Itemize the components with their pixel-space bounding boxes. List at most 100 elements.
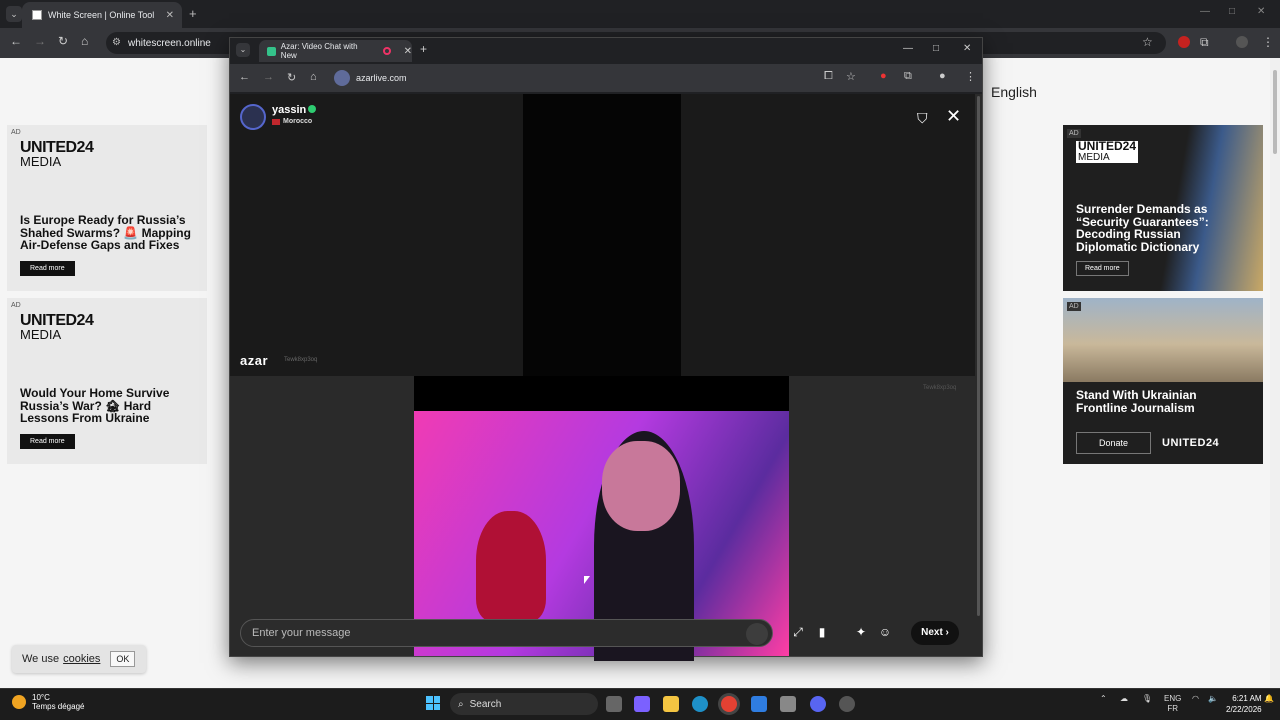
- resize-icon[interactable]: ⤢: [788, 622, 808, 642]
- inner-tab-active[interactable]: Azar: Video Chat with New ✕: [259, 40, 412, 62]
- onedrive-icon[interactable]: ☁: [1120, 694, 1128, 703]
- forward-icon[interactable]: →: [263, 71, 274, 83]
- inner-tab-title: Azar: Video Chat with New: [280, 42, 358, 60]
- verified-badge-icon: [308, 105, 317, 113]
- forward-icon[interactable]: →: [34, 34, 46, 48]
- report-shield-icon[interactable]: ⛉: [917, 110, 928, 127]
- extension-badge-icon[interactable]: [1178, 36, 1190, 48]
- outer-tab-active[interactable]: White Screen | Online Tool ✕: [22, 2, 182, 28]
- right-ad-2[interactable]: AD Stand With Ukrainian Frontline Journa…: [1063, 298, 1263, 464]
- taskbar-search[interactable]: ⌕ Search: [450, 693, 598, 715]
- new-tab-button[interactable]: +: [189, 6, 197, 21]
- profile-avatar[interactable]: [1236, 36, 1248, 48]
- mail-icon[interactable]: [751, 696, 767, 712]
- inner-scrollbar-thumb[interactable]: [977, 96, 980, 616]
- back-icon[interactable]: ←: [239, 71, 250, 83]
- close-window-icon[interactable]: ✕: [963, 43, 971, 54]
- read-more-button[interactable]: Read more: [1076, 261, 1129, 276]
- microphone-icon[interactable]: 🎙: [1142, 694, 1152, 703]
- remote-user-info[interactable]: yassin Morocco: [240, 104, 317, 130]
- session-id-local: Tewk8xp3oq: [923, 385, 957, 391]
- app-icon[interactable]: [839, 696, 855, 712]
- back-icon[interactable]: ←: [10, 34, 22, 48]
- inner-scrollbar[interactable]: [975, 94, 982, 656]
- language-selector[interactable]: English: [991, 84, 1037, 100]
- bookmark-star-icon[interactable]: ☆: [846, 70, 856, 83]
- ad-headline[interactable]: Would Your Home Survive Russia’s War? 🏚 …: [20, 387, 200, 425]
- lang-sub: FR: [1167, 704, 1178, 713]
- minimize-icon[interactable]: —: [903, 43, 913, 54]
- donate-button[interactable]: Donate: [1076, 432, 1152, 454]
- start-windows-icon[interactable]: [426, 696, 440, 710]
- weather-widget[interactable]: 10°C Temps dégagé: [12, 693, 84, 711]
- gift-icon[interactable]: ▮: [812, 622, 832, 642]
- scrollbar-thumb[interactable]: [1273, 70, 1277, 154]
- site-info-icon[interactable]: ⚙: [112, 37, 121, 48]
- home-icon[interactable]: ⌂: [310, 71, 317, 83]
- recording-icon: [382, 47, 391, 55]
- remote-user-country: Morocco: [283, 118, 313, 125]
- chrome-icon[interactable]: [721, 696, 737, 712]
- search-icon: ⌕: [458, 698, 464, 710]
- next-button[interactable]: Next ›: [911, 621, 959, 645]
- site-info-icon[interactable]: [334, 70, 350, 86]
- left-ad-1[interactable]: AD UNITED24 MEDIA Is Europe Ready for Rus…: [7, 125, 207, 291]
- volume-icon[interactable]: 🔈: [1208, 694, 1218, 703]
- ad-headline[interactable]: Is Europe Ready for Russia’s Shahed Swar…: [20, 214, 200, 252]
- message-placeholder: Enter your message: [252, 627, 351, 639]
- send-icon[interactable]: [746, 623, 768, 645]
- notification-bell-icon[interactable]: 🔔: [1264, 694, 1274, 703]
- page-scrollbar[interactable]: [1270, 58, 1280, 688]
- right-ad-1[interactable]: AD UNITED24 MEDIA Surrender Demands as “S…: [1063, 125, 1263, 291]
- tab-search-dropdown[interactable]: ⌄: [6, 6, 22, 22]
- edge-icon[interactable]: [692, 696, 708, 712]
- tray-chevron-icon[interactable]: ⌃: [1100, 694, 1107, 703]
- inner-address-bar[interactable]: azarlive.com: [334, 68, 854, 88]
- close-tab-icon[interactable]: ✕: [404, 46, 412, 57]
- effects-wand-icon[interactable]: ✦: [851, 622, 871, 642]
- clock[interactable]: 6:21 AM 2/22/2026: [1226, 693, 1262, 715]
- discord-icon[interactable]: [810, 696, 826, 712]
- cast-icon[interactable]: ⧠: [824, 70, 833, 83]
- new-tab-button[interactable]: +: [420, 42, 427, 56]
- read-more-button[interactable]: Read more: [20, 434, 75, 449]
- weather-desc: Temps dégagé: [32, 702, 85, 711]
- weather-temp: 10°C: [32, 693, 50, 702]
- left-ad-2[interactable]: AD UNITED24 MEDIA Would Your Home Survive…: [7, 298, 207, 464]
- read-more-button[interactable]: Read more: [20, 261, 75, 276]
- reload-icon[interactable]: ↻: [287, 71, 296, 84]
- home-icon[interactable]: ⌂: [81, 34, 88, 48]
- emoji-icon[interactable]: ☺: [875, 622, 895, 642]
- close-window-icon[interactable]: ✕: [1257, 6, 1265, 17]
- bookmark-star-icon[interactable]: ☆: [1142, 35, 1153, 49]
- minimize-icon[interactable]: —: [1200, 6, 1210, 17]
- cookie-ok-button[interactable]: OK: [110, 651, 136, 667]
- close-chat-icon[interactable]: ✕: [946, 106, 961, 127]
- remote-user-avatar[interactable]: [240, 104, 266, 130]
- file-explorer-icon[interactable]: [663, 696, 679, 712]
- maximize-icon[interactable]: □: [1229, 6, 1235, 17]
- close-tab-icon[interactable]: ✕: [166, 10, 174, 21]
- maximize-icon[interactable]: □: [933, 43, 939, 54]
- task-view-icon[interactable]: [606, 696, 622, 712]
- extension-badge-icon[interactable]: ●: [880, 70, 887, 82]
- white-page-favicon-icon: [32, 10, 42, 20]
- ad-brand-sub: MEDIA: [1078, 152, 1110, 163]
- ad-headline[interactable]: Surrender Demands as “Security Guarantee…: [1076, 203, 1216, 253]
- menu-kebab-icon[interactable]: ⋮: [965, 70, 976, 83]
- copilot-icon[interactable]: [634, 696, 650, 712]
- wifi-icon[interactable]: ◠: [1192, 694, 1199, 703]
- language-indicator[interactable]: ENG FR: [1164, 694, 1181, 714]
- cookie-banner: We use cookies OK: [12, 645, 146, 673]
- extensions-puzzle-icon[interactable]: ⧉: [904, 70, 912, 83]
- ad-headline[interactable]: Stand With Ukrainian Frontline Journalis…: [1076, 389, 1246, 414]
- reload-icon[interactable]: ↻: [58, 34, 68, 48]
- extensions-puzzle-icon[interactable]: ⧉: [1200, 35, 1209, 50]
- message-input[interactable]: Enter your message: [240, 619, 773, 647]
- profile-avatar[interactable]: ●: [939, 70, 946, 82]
- menu-kebab-icon[interactable]: ⋮: [1262, 35, 1274, 49]
- inner-tab-dropdown[interactable]: ⌄: [236, 43, 250, 57]
- person-face: [602, 441, 680, 531]
- cookies-link[interactable]: cookies: [63, 653, 100, 665]
- store-icon[interactable]: [780, 696, 796, 712]
